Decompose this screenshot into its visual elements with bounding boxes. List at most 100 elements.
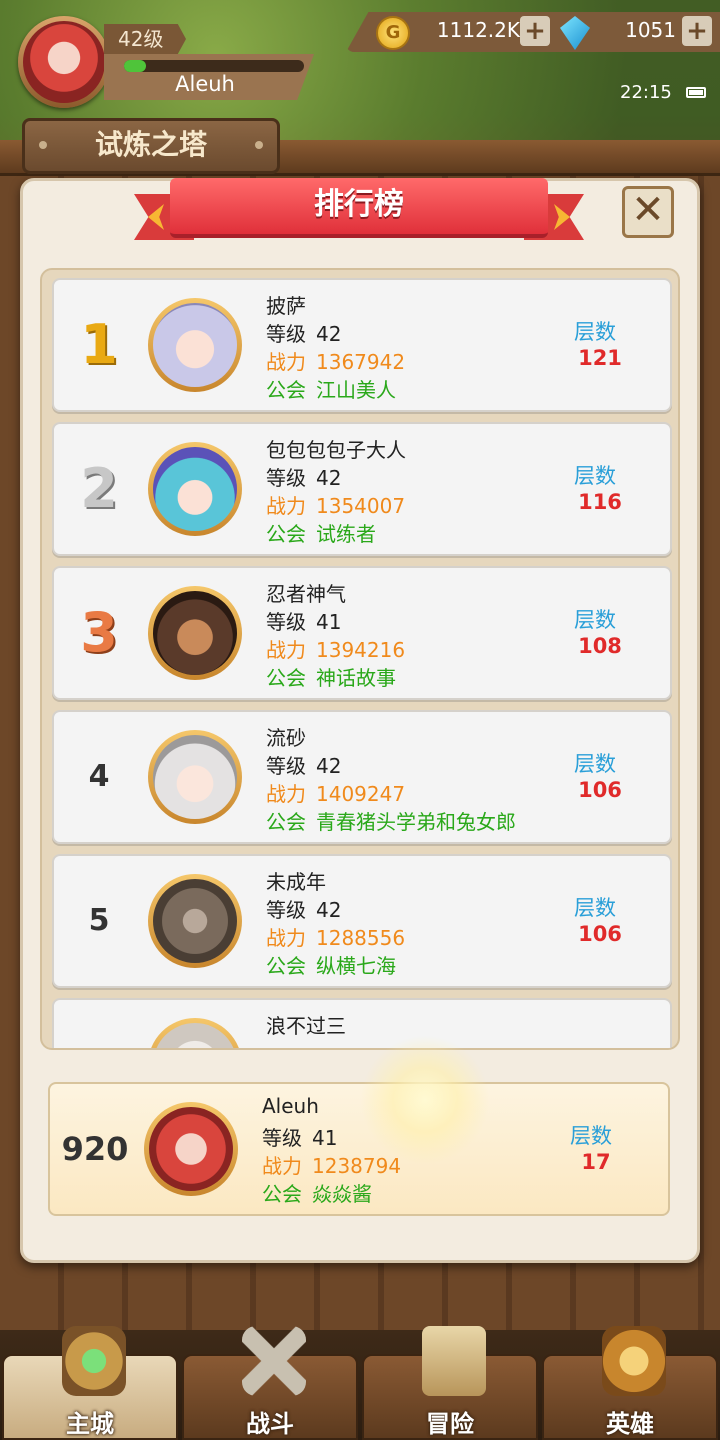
player-power: 战力 1354007 — [266, 490, 405, 519]
panel-title: 排行榜 — [170, 178, 548, 238]
player-avatar[interactable] — [18, 16, 110, 108]
close-button[interactable]: ✕ — [622, 186, 674, 238]
gold-amount: 1112.2K — [436, 18, 520, 42]
floors-value: 108 — [578, 634, 622, 658]
floors-value: 121 — [578, 346, 622, 370]
player-name: 未成年 — [266, 870, 326, 894]
power-value: 1394216 — [316, 638, 406, 662]
title-ribbon: 排行榜 — [134, 178, 584, 244]
nav-label: 战斗 — [246, 1410, 294, 1438]
player-level: 等级 42 — [266, 750, 341, 779]
leaderboard-row[interactable]: 1 披萨 等级 42 战力 1367942 公会 江山美人 层数 121 — [52, 278, 672, 412]
player-name: 忍者神气 — [266, 582, 346, 606]
power-label: 战力 — [266, 350, 306, 374]
floors-value: 106 — [578, 922, 622, 946]
floors-label: 层数 — [574, 752, 616, 776]
rank-number: 3 — [80, 601, 118, 664]
player-guild: 公会 神话故事 — [266, 662, 396, 691]
rank-number: 5 — [88, 903, 110, 938]
xp-bar — [124, 60, 304, 72]
level-value: 42 — [316, 466, 342, 490]
leaderboard-list[interactable]: 1 披萨 等级 42 战力 1367942 公会 江山美人 层数 121 2 包包包包… — [40, 268, 680, 1050]
player-power: 战力 1394216 — [266, 634, 405, 663]
player-guild: 公会 纵横七海 — [266, 950, 396, 979]
floors-value: 106 — [578, 778, 622, 802]
player-level: 42级 — [104, 24, 186, 54]
hero-portrait — [153, 879, 237, 963]
floors-value: 17 — [581, 1150, 611, 1174]
nav-label: 主城 — [66, 1410, 114, 1438]
my-guild: 公会 焱焱酱 — [262, 1178, 372, 1207]
power-label: 战力 — [266, 926, 306, 950]
add-gold-button[interactable]: + — [520, 16, 550, 46]
guild-value: 神话故事 — [316, 666, 396, 690]
sparkle-effect — [360, 1035, 490, 1165]
castle-icon — [62, 1326, 126, 1396]
level-value: 42 — [316, 322, 342, 346]
power-label: 战力 — [262, 1154, 302, 1178]
power-value: 1354007 — [316, 494, 406, 518]
hero-avatar — [148, 730, 242, 824]
leaderboard-row[interactable]: 4 流砂 等级 42 战力 1409247 公会 青春猪头学弟和兔女郎 层数 106 — [52, 710, 672, 844]
add-gems-button[interactable]: + — [682, 16, 712, 46]
gold-coin-icon: G — [376, 16, 410, 50]
my-power: 战力 1238794 — [262, 1150, 401, 1179]
guild-label: 公会 — [266, 954, 306, 978]
location-title-text: 试炼之塔 — [94, 128, 207, 161]
my-rank-number: 920 — [61, 1130, 129, 1168]
player-name: 流砂 — [266, 726, 306, 750]
floors-label: 层数 — [574, 608, 616, 632]
nav-tab-battle[interactable]: 战斗 — [182, 1326, 358, 1440]
player-name: Aleuh — [175, 72, 235, 96]
power-label: 战力 — [266, 782, 306, 806]
rank-number: 2 — [80, 457, 118, 520]
leaderboard-row[interactable]: 5 未成年 等级 42 战力 1288556 公会 纵横七海 层数 106 — [52, 854, 672, 988]
level-label: 等级 — [266, 466, 306, 490]
level-label: 等级 — [266, 754, 306, 778]
power-value: 1238794 — [312, 1154, 402, 1178]
scroll-map-icon — [422, 1326, 486, 1396]
my-level: 等级 41 — [262, 1122, 337, 1151]
player-level: 等级 42 — [266, 894, 341, 923]
player-guild: 公会 青春猪头学弟和兔女郎 — [266, 806, 516, 835]
hero-avatar — [148, 586, 242, 680]
hero-portrait — [153, 591, 237, 675]
battery-icon — [686, 87, 706, 98]
floors-value: 116 — [578, 490, 622, 514]
player-level: 等级 41 — [266, 606, 341, 635]
player-name: 披萨 — [266, 294, 306, 318]
hero-avatar — [148, 298, 242, 392]
level-value: 41 — [312, 1126, 338, 1150]
player-name: 浪不过三 — [266, 1014, 346, 1038]
guild-label: 公会 — [262, 1182, 302, 1206]
my-rank-row[interactable]: 920 Aleuh 等级 41 战力 1238794 公会 焱焱酱 层数 17 — [48, 1082, 670, 1216]
my-avatar — [144, 1102, 238, 1196]
guild-label: 公会 — [266, 810, 306, 834]
clock: 22:15 — [620, 82, 672, 103]
leaderboard-row[interactable]: 2 包包包包子大人 等级 42 战力 1354007 公会 试练者 层数 116 — [52, 422, 672, 556]
power-label: 战力 — [266, 494, 306, 518]
leaderboard-row[interactable]: 浪不过三 — [52, 998, 672, 1048]
level-value: 42 — [316, 754, 342, 778]
player-guild: 公会 试练者 — [266, 518, 376, 547]
hero-portrait — [153, 735, 237, 819]
leaderboard-row[interactable]: 3 忍者神气 等级 41 战力 1394216 公会 神话故事 层数 108 — [52, 566, 672, 700]
floors-label: 层数 — [574, 320, 616, 344]
xp-fill — [124, 60, 146, 72]
player-level: 等级 42 — [266, 318, 341, 347]
rank-number: 1 — [80, 313, 118, 376]
nav-tab-main-city[interactable]: 主城 — [2, 1326, 178, 1440]
player-power: 战力 1288556 — [266, 922, 405, 951]
guild-label: 公会 — [266, 522, 306, 546]
power-value: 1288556 — [316, 926, 406, 950]
power-value: 1367942 — [316, 350, 406, 374]
nav-tab-heroes[interactable]: 英雄 — [542, 1326, 718, 1440]
hero-avatar — [148, 442, 242, 536]
rivet-icon — [255, 141, 263, 149]
location-title: 试炼之塔 — [22, 118, 280, 174]
hero-emblem-icon — [602, 1326, 666, 1396]
hero-avatar — [148, 874, 242, 968]
player-guild: 公会 江山美人 — [266, 374, 396, 403]
nav-tab-adventure[interactable]: 冒险 — [362, 1326, 538, 1440]
crossed-swords-icon — [242, 1326, 306, 1396]
